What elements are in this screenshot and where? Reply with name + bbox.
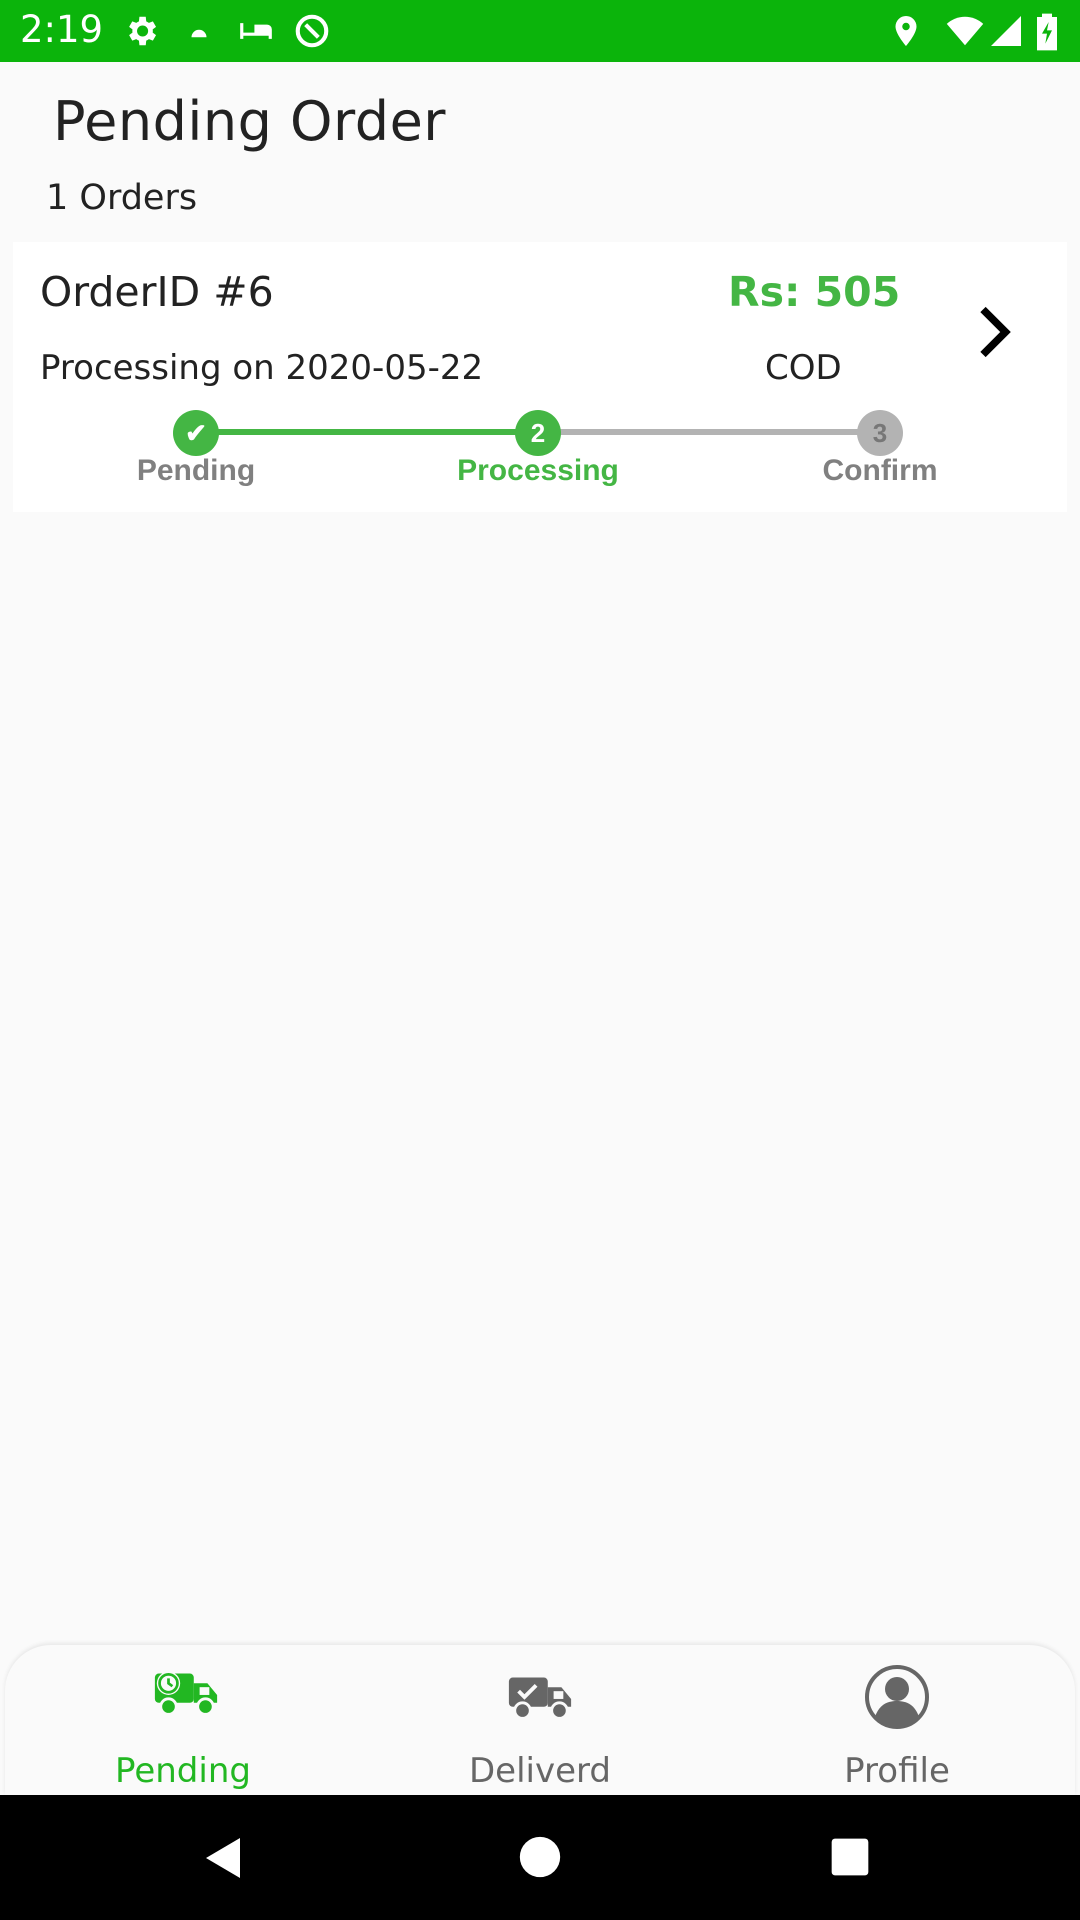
recents-icon[interactable]	[830, 1837, 870, 1877]
step-processing-marker: 2	[515, 410, 561, 456]
step-connector-upcoming	[538, 429, 880, 435]
step-confirm-label: Confirm	[822, 454, 938, 487]
step-pending-label: Pending	[136, 454, 256, 487]
system-navigation-bar	[0, 1795, 1080, 1920]
battery-icon	[1037, 13, 1057, 51]
android-icon	[191, 29, 207, 38]
payment-method: COD	[765, 348, 842, 388]
nav-label-profile: Profile	[844, 1751, 950, 1791]
truck-check-icon	[508, 1677, 572, 1720]
profile-icon	[865, 1665, 929, 1729]
order-price: Rs: 505	[728, 268, 901, 316]
page-title: Pending Order	[53, 90, 446, 153]
nav-item-delivered[interactable]: Deliverd	[430, 1665, 650, 1791]
step-connector-done	[196, 429, 538, 435]
order-id: OrderID #6	[40, 268, 274, 316]
step-confirm-marker: 3	[857, 410, 903, 456]
status-bar: 2:19	[0, 0, 1080, 62]
chevron-right-icon[interactable]	[963, 302, 1023, 362]
nav-item-profile[interactable]: Profile	[787, 1665, 1007, 1791]
data-saver-icon	[295, 14, 329, 48]
nav-label-pending: Pending	[115, 1751, 251, 1791]
nav-item-pending[interactable]: Pending	[73, 1665, 293, 1791]
order-card[interactable]: OrderID #6 Rs: 505 Processing on 2020-05…	[13, 242, 1067, 512]
back-icon[interactable]	[200, 1833, 248, 1883]
settings-icon	[129, 16, 157, 46]
step-processing-label: Processing	[457, 454, 619, 487]
truck-clock-icon	[154, 1671, 218, 1716]
nav-label-delivered: Deliverd	[469, 1751, 611, 1791]
status-time: 2:19	[20, 8, 104, 51]
location-icon	[895, 16, 917, 46]
wifi-icon	[946, 16, 984, 46]
order-date: Processing on 2020-05-22	[40, 348, 484, 388]
order-count: 1 Orders	[46, 178, 198, 218]
step-pending-check-icon: ✔	[173, 410, 219, 456]
signal-icon	[991, 16, 1021, 46]
home-icon[interactable]	[518, 1835, 562, 1879]
bottom-navigation: Pending Deliverd Profile	[5, 1645, 1075, 1795]
bed-icon	[240, 23, 272, 39]
